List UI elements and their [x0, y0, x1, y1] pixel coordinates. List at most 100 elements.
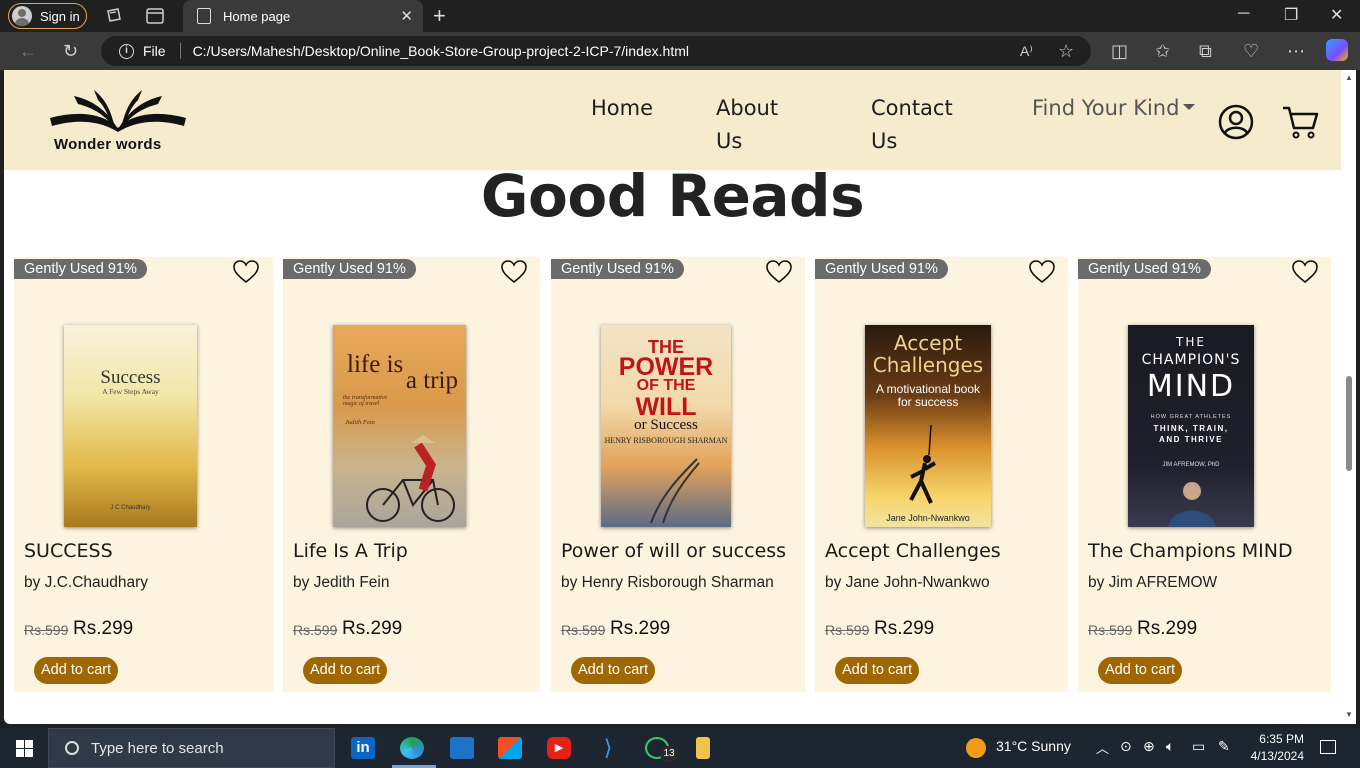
user-account-icon[interactable]: [1218, 104, 1254, 140]
cover-line2: A Few Steps Away: [102, 387, 159, 396]
show-hidden-icons-chevron-icon[interactable]: ︿: [1096, 738, 1109, 757]
read-aloud-icon[interactable]: A⁾: [1020, 43, 1033, 60]
favorite-star-icon[interactable]: ☆: [1058, 41, 1074, 62]
more-menu-icon[interactable]: ⋯: [1287, 41, 1305, 62]
wishlist-heart-icon[interactable]: [501, 260, 527, 284]
site-info-icon[interactable]: i: [119, 43, 134, 59]
find-your-kind-dropdown[interactable]: Find Your Kind: [1032, 92, 1179, 125]
volume-icon[interactable]: 🔈︎: [1166, 738, 1174, 755]
linkedin-icon[interactable]: in: [351, 737, 375, 759]
signin-button[interactable]: Sign in: [8, 3, 87, 29]
book-author: by J.C.Chaudhary: [24, 574, 149, 591]
add-to-cart-button[interactable]: Add to cart: [303, 657, 388, 684]
tab-title: Home page: [223, 8, 291, 24]
window-close-icon[interactable]: ✕: [1330, 5, 1343, 25]
microsoft-store-icon[interactable]: [498, 737, 522, 759]
old-price: Rs.599: [1088, 622, 1133, 638]
weather-sun-icon[interactable]: [966, 738, 986, 758]
taskbar-search-box[interactable]: Type here to search: [48, 728, 335, 768]
book-card: Gently Used 91% THE POWER OF THE WILL or…: [551, 257, 805, 692]
add-to-cart-button[interactable]: Add to cart: [1098, 657, 1183, 684]
current-price: Rs.299: [1137, 618, 1198, 639]
cover-footer: Jane John-Nwankwo: [886, 513, 970, 523]
current-price: Rs.299: [610, 618, 671, 639]
close-tab-icon[interactable]: ✕: [400, 7, 413, 25]
scroll-up-icon[interactable]: ▲: [1345, 73, 1353, 82]
book-cover-image[interactable]: THE POWER OF THE WILL or Success HENRY R…: [601, 325, 731, 527]
book-cover-image[interactable]: Accept Challenges A motivational book fo…: [865, 325, 991, 527]
current-price: Rs.299: [342, 618, 403, 639]
split-screen-icon[interactable]: ◫: [1111, 41, 1128, 62]
site-header: Wonder words Home About Us Contact Us Fi…: [4, 70, 1341, 170]
page-viewport: Wonder words Home About Us Contact Us Fi…: [4, 70, 1356, 724]
old-price: Rs.599: [561, 622, 606, 638]
book-title[interactable]: SUCCESS: [24, 540, 113, 562]
refresh-icon[interactable]: ↻: [63, 41, 78, 62]
book-title[interactable]: Accept Challenges: [825, 540, 1001, 562]
current-price: Rs.299: [73, 618, 134, 639]
add-to-cart-button[interactable]: Add to cart: [835, 657, 920, 684]
pen-icon[interactable]: ✎: [1218, 738, 1230, 755]
nav-about-line2: Us: [716, 129, 743, 153]
signin-label: Sign in: [40, 8, 80, 24]
browser-essentials-icon[interactable]: ♡: [1243, 41, 1259, 62]
favorites-icon[interactable]: ✩: [1155, 41, 1170, 62]
cover-line4: HOW GREAT ATHLETES: [1150, 414, 1232, 420]
nav-contact-link[interactable]: Contact Us: [871, 92, 953, 158]
cover-line5: or Success: [634, 417, 698, 433]
collections-icon[interactable]: ⧉: [1199, 41, 1212, 62]
wishlist-heart-icon[interactable]: [1029, 260, 1055, 284]
book-cover-image[interactable]: THE CHAMPION'S MIND HOW GREAT ATHLETES T…: [1128, 325, 1254, 527]
book-title[interactable]: Life Is A Trip: [293, 540, 408, 562]
wishlist-heart-icon[interactable]: [233, 260, 259, 284]
wishlist-heart-icon[interactable]: [766, 260, 792, 284]
book-cover-image[interactable]: life is a trip the transformative magic …: [333, 325, 466, 527]
add-to-cart-button[interactable]: Add to cart: [34, 657, 119, 684]
windows-start-icon[interactable]: [16, 740, 33, 757]
cover-line5: THINK, TRAIN, AND THRIVE: [1153, 424, 1229, 444]
file-explorer-icon[interactable]: [450, 737, 474, 759]
cover-line3: A motivational book for success: [875, 382, 981, 409]
windows-taskbar: Type here to search in ▶ ⟩ 13 31°C Sunny…: [0, 728, 1360, 768]
tab-actions-icon[interactable]: [145, 6, 165, 26]
wishlist-heart-icon[interactable]: [1292, 260, 1318, 284]
nav-about-link[interactable]: About Us: [716, 92, 778, 158]
old-price: Rs.599: [825, 622, 870, 638]
edge-browser-icon[interactable]: [400, 737, 424, 759]
condition-badge: Gently Used 91%: [551, 259, 684, 279]
scrollbar-thumb[interactable]: [1346, 376, 1352, 471]
back-icon[interactable]: ←: [19, 41, 37, 62]
condition-badge: Gently Used 91%: [283, 259, 416, 279]
youtube-icon[interactable]: ▶: [547, 737, 571, 759]
scroll-down-icon[interactable]: ▼: [1345, 710, 1353, 719]
address-bar[interactable]: i File C:/Users/Mahesh/Desktop/Online_Bo…: [101, 36, 1091, 66]
taskbar-clock[interactable]: 6:35 PM 4/13/2024: [1244, 731, 1304, 765]
book-cover-image[interactable]: Success A Few Steps Away J C Chaudhary: [64, 325, 197, 527]
sticky-notes-icon[interactable]: [696, 737, 710, 759]
tab-home-page[interactable]: Home page ✕: [183, 0, 423, 32]
book-title[interactable]: The Champions MIND: [1088, 540, 1293, 562]
new-tab-icon[interactable]: +: [433, 3, 446, 29]
weather-text[interactable]: 31°C Sunny: [996, 738, 1071, 754]
page-icon: [197, 8, 211, 24]
nav-contact-line1: Contact: [871, 96, 953, 120]
vscode-icon[interactable]: ⟩: [596, 737, 620, 759]
address-prefix: File: [143, 43, 166, 59]
cover-line1: Success: [100, 367, 161, 388]
shopping-cart-icon[interactable]: [1281, 104, 1319, 140]
battery-icon[interactable]: ▭: [1192, 738, 1205, 755]
add-to-cart-button[interactable]: Add to cart: [571, 657, 656, 684]
meet-now-icon[interactable]: ⊙: [1120, 738, 1132, 755]
notifications-icon[interactable]: [1320, 740, 1336, 754]
browser-titlebar: Sign in Home page ✕ + ─ ❐ ✕: [0, 0, 1360, 32]
page-scrollbar[interactable]: ▲ ▼: [1341, 70, 1356, 724]
nav-home-link[interactable]: Home: [591, 92, 653, 125]
minimize-icon[interactable]: ─: [1238, 5, 1249, 23]
restore-icon[interactable]: ❐: [1284, 5, 1298, 25]
search-icon: [65, 741, 79, 755]
network-globe-icon[interactable]: ⊕: [1143, 738, 1155, 755]
copilot-icon[interactable]: [1326, 39, 1348, 61]
chevron-down-icon[interactable]: [1183, 104, 1195, 110]
book-title[interactable]: Power of will or success: [561, 540, 786, 562]
workspaces-icon[interactable]: [104, 6, 124, 26]
